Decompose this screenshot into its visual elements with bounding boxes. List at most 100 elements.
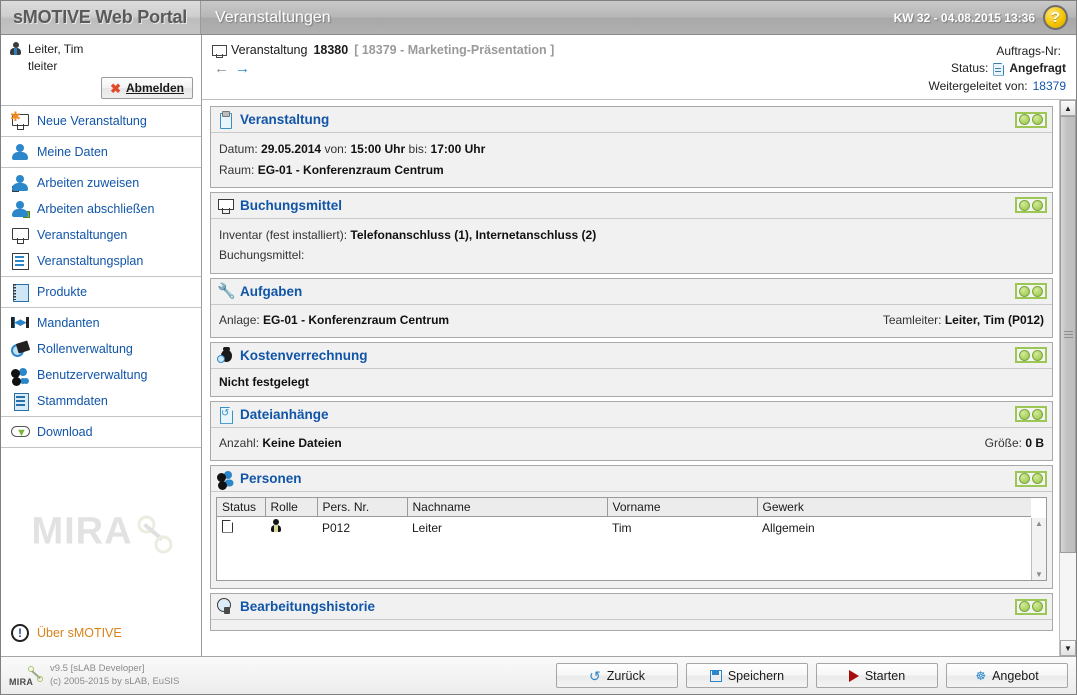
- panel-toggle-button[interactable]: [1015, 406, 1047, 423]
- room-value: EG-01 - Konferenzraum Centrum: [257, 162, 444, 177]
- team-leader-label: Teamleiter:: [882, 312, 942, 327]
- save-button[interactable]: Speichern: [686, 663, 808, 688]
- breadcrumb-entity-number: 18380: [313, 43, 349, 57]
- logout-row: ✖ Abmelden: [9, 77, 193, 99]
- panel-header[interactable]: Personen: [211, 466, 1052, 493]
- cell-gewerk: Allgemein: [762, 520, 815, 535]
- cell-pers-nr: P012: [322, 520, 351, 535]
- back-button[interactable]: ↺ Zurück: [556, 663, 678, 688]
- play-icon: [848, 669, 859, 682]
- panel-toggle-button[interactable]: [1015, 598, 1047, 615]
- scroll-down-icon[interactable]: ▼: [1035, 570, 1043, 579]
- person-icon: [11, 143, 29, 161]
- panel-title[interactable]: Bearbeitungshistorie: [240, 599, 375, 614]
- panel-bearbeitungshistorie: Bearbeitungshistorie: [210, 593, 1053, 632]
- scrollbar-thumb[interactable]: [1060, 116, 1076, 554]
- roles-icon: [11, 340, 29, 358]
- panel-personen: Personen Status Rolle Pers. Nr. Nachname…: [210, 465, 1053, 590]
- sidebar-item-stammdaten[interactable]: Stammdaten: [1, 388, 201, 414]
- personen-table-wrapper: Status Rolle Pers. Nr. Nachname Vorname …: [216, 497, 1047, 582]
- history-icon: [217, 598, 233, 615]
- clipboard-icon: [217, 111, 233, 130]
- sidebar-item-meine-daten[interactable]: Meine Daten: [1, 139, 201, 165]
- panel-aufgaben: 🔧 Aufgaben Anlage: EG-01 - Konferenzraum…: [210, 277, 1053, 338]
- table-row[interactable]: P012 Leiter Tim Allgemein: [217, 517, 1031, 539]
- offer-button[interactable]: ☸ Angebot: [946, 663, 1068, 688]
- version-number: v9.5 [sLAB Developer]: [50, 662, 145, 674]
- scroll-up-icon[interactable]: ▲: [1060, 100, 1076, 117]
- content-scrollbar[interactable]: ▲ ▼: [1059, 100, 1076, 656]
- attachment-summary-row: Anzahl: Keine Dateien Größe: 0 B: [219, 434, 1044, 453]
- master-data-icon: [11, 392, 29, 411]
- previous-record-icon[interactable]: ←: [214, 61, 229, 76]
- panel-header[interactable]: 🔧 Aufgaben: [211, 278, 1052, 305]
- panel-header-left: Kostenverrechnung: [217, 346, 368, 364]
- panel-toggle-button[interactable]: [1015, 347, 1047, 364]
- panel-toggle-button[interactable]: [1015, 283, 1047, 300]
- column-header-pers-nr[interactable]: Pers. Nr.: [317, 498, 408, 518]
- panel-header[interactable]: Buchungsmittel: [211, 192, 1052, 219]
- sidebar-item-rollenverwaltung[interactable]: Rollenverwaltung: [1, 336, 201, 362]
- scroll-up-icon[interactable]: ▲: [1035, 519, 1043, 528]
- status-badge: Angefragt: [1009, 61, 1066, 76]
- column-header-vorname[interactable]: Vorname: [607, 498, 758, 518]
- sidebar-item-benutzerverwaltung[interactable]: Benutzerverwaltung: [1, 362, 201, 388]
- sidebar-item-arbeiten-zuweisen[interactable]: Arbeiten zuweisen: [1, 170, 201, 196]
- panel-title[interactable]: Veranstaltung: [240, 112, 329, 127]
- user-name-row: Leiter, Tim: [9, 42, 193, 56]
- cell-rolle: [265, 517, 317, 539]
- sidebar-item-arbeiten-abschliessen[interactable]: Arbeiten abschließen: [1, 196, 201, 222]
- column-header-nachname[interactable]: Nachname: [407, 498, 608, 518]
- panel-header[interactable]: Kostenverrechnung: [211, 342, 1052, 369]
- sidebar-item-label: Benutzerverwaltung: [37, 368, 148, 382]
- column-header-status[interactable]: Status: [217, 498, 266, 518]
- booking-resources-label: Buchungsmittel:: [219, 248, 305, 263]
- start-button[interactable]: Starten: [816, 663, 938, 688]
- sidebar-item-neue-veranstaltung[interactable]: ✱ Neue Veranstaltung: [1, 108, 201, 134]
- mira-watermark-text: MIRA: [31, 510, 133, 553]
- scrollbar-track[interactable]: [1060, 116, 1076, 640]
- panel-header-left: Dateianhänge: [217, 406, 329, 423]
- assign-work-icon: [11, 174, 29, 192]
- to-label: bis:: [408, 142, 428, 157]
- cell-status: [217, 517, 265, 539]
- forwarded-link[interactable]: 18379: [1033, 78, 1066, 95]
- panel-header[interactable]: Veranstaltung: [211, 107, 1052, 134]
- panel-body: Inventar (fest installiert): Telefonansc…: [211, 218, 1052, 273]
- sidebar-item-ueber-smotive[interactable]: ! Über sMOTIVE: [1, 620, 201, 646]
- sidebar-item-produkte[interactable]: Produkte: [1, 279, 201, 305]
- panel-title[interactable]: Aufgaben: [240, 284, 302, 299]
- panel-header-left: Personen: [217, 470, 302, 487]
- column-header-gewerk[interactable]: Gewerk: [757, 498, 1031, 518]
- panel-header[interactable]: Dateianhänge: [211, 401, 1052, 428]
- panel-title[interactable]: Buchungsmittel: [240, 198, 342, 213]
- column-header-rolle[interactable]: Rolle: [265, 498, 318, 518]
- panel-toggle-button[interactable]: [1015, 111, 1047, 128]
- cell-vorname: Tim: [612, 520, 632, 535]
- table-head: Status Rolle Pers. Nr. Nachname Vorname …: [217, 498, 1031, 518]
- sidebar-item-veranstaltungen[interactable]: Veranstaltungen: [1, 222, 201, 248]
- logout-button[interactable]: ✖ Abmelden: [101, 77, 193, 99]
- help-icon[interactable]: ?: [1043, 5, 1068, 30]
- table-scrollbar[interactable]: ▲ ▼: [1031, 518, 1046, 581]
- to-value: 17:00 Uhr: [430, 142, 486, 157]
- next-record-icon[interactable]: →: [235, 61, 250, 76]
- monitor-icon: [212, 44, 227, 58]
- panel-toggle-button[interactable]: [1015, 197, 1047, 214]
- panel-toggle-button[interactable]: [1015, 470, 1047, 487]
- from-label: von:: [324, 142, 348, 157]
- scroll-down-icon[interactable]: ▼: [1060, 640, 1076, 656]
- wrench-icon: 🔧: [217, 282, 236, 300]
- back-button-label: Zurück: [606, 668, 645, 683]
- sidebar-item-download[interactable]: Download: [1, 419, 201, 445]
- panel-title[interactable]: Personen: [240, 471, 302, 486]
- sidebar-item-veranstaltungsplan[interactable]: Veranstaltungsplan: [1, 248, 201, 274]
- sidebar-item-mandanten[interactable]: ◀▶ Mandanten: [1, 310, 201, 336]
- status-document-icon: [993, 63, 1004, 76]
- attachment-size-label: Größe:: [984, 435, 1022, 450]
- panel-title[interactable]: Kostenverrechnung: [240, 348, 368, 363]
- document-icon: [222, 520, 233, 533]
- panel-header[interactable]: Bearbeitungshistorie: [211, 594, 1052, 621]
- panel-title[interactable]: Dateianhänge: [240, 407, 329, 422]
- app-brand: sMOTIVE Web Portal: [1, 1, 201, 34]
